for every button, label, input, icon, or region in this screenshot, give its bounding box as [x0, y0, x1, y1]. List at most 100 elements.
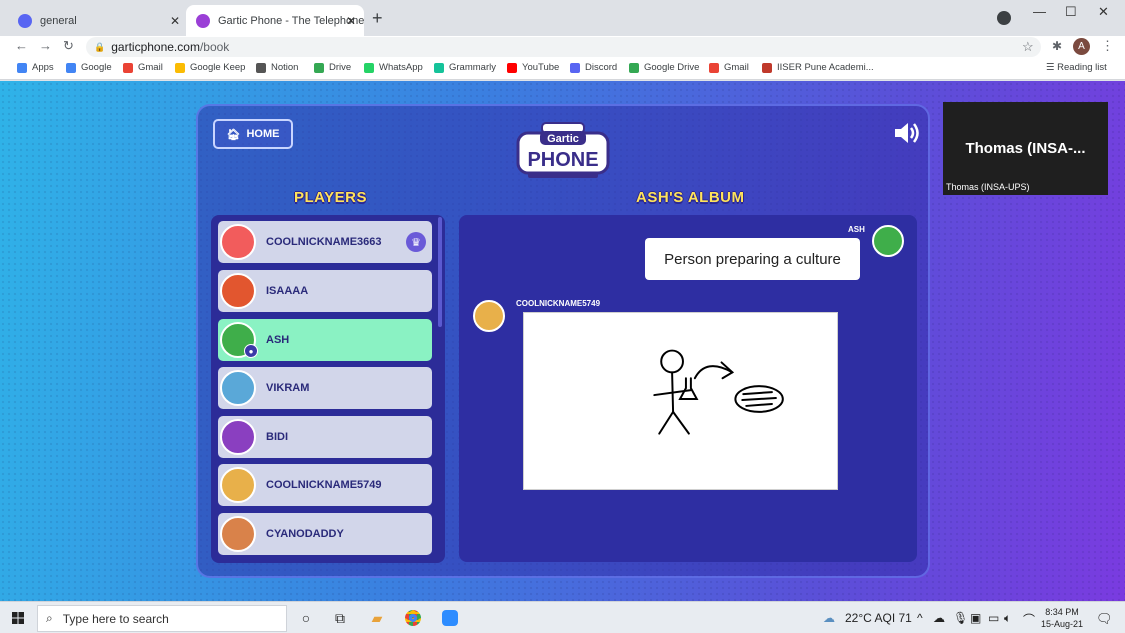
- file-explorer-icon[interactable]: ▰: [368, 609, 386, 627]
- more-menu-icon[interactable]: ⋮: [1101, 38, 1114, 54]
- prompt-author: ASH: [848, 225, 865, 234]
- bookmark-google[interactable]: Google: [66, 62, 112, 73]
- battery-icon[interactable]: ▭: [988, 611, 999, 625]
- bookmark-whatsapp[interactable]: WhatsApp: [364, 62, 423, 73]
- url-host: garticphone.com: [111, 40, 200, 54]
- clock-date: 15-Aug-21: [1041, 619, 1084, 629]
- tab-title: Gartic Phone - The Telephone Ga: [218, 14, 364, 27]
- tray-chevron-icon[interactable]: ^: [917, 611, 923, 625]
- app-tray-icon[interactable]: ▣: [970, 611, 981, 625]
- bookmarks-bar: Apps Google Gmail Google Keep Notion Dri…: [0, 58, 1125, 80]
- logo-bottom-text: PHONE: [527, 149, 598, 171]
- weather-icon: ☁: [823, 611, 835, 625]
- drawing-author: COOLNICKNAME5749: [516, 299, 601, 308]
- bookmark-drive[interactable]: Drive: [314, 62, 351, 73]
- bookmark-gmail[interactable]: Gmail: [123, 62, 163, 73]
- onedrive-icon[interactable]: ☁: [933, 611, 945, 625]
- close-window-icon[interactable]: ✕: [1098, 4, 1109, 20]
- reading-list-button[interactable]: ☰ Reading list: [1046, 62, 1107, 73]
- reload-icon[interactable]: ↻: [63, 38, 74, 54]
- bookmark-discord[interactable]: Discord: [570, 62, 617, 73]
- players-scrollbar[interactable]: [438, 217, 442, 327]
- avatar: [220, 273, 256, 309]
- sound-icon[interactable]: [893, 121, 919, 145]
- reading-list-icon: ☰: [1046, 62, 1058, 73]
- bookmark-notion[interactable]: Notion: [256, 62, 298, 73]
- weather-text[interactable]: 22°C AQI 71: [845, 611, 912, 625]
- chrome-icon[interactable]: [404, 609, 422, 627]
- taskbar-search-input[interactable]: ⌕ Type here to search: [37, 605, 287, 632]
- microphone-icon[interactable]: 🎙︎: [953, 611, 968, 625]
- crown-icon: ♛: [406, 232, 426, 252]
- minimize-icon[interactable]: —: [1033, 4, 1046, 19]
- players-heading: PLAYERS: [294, 189, 367, 206]
- apps-grid-icon: [17, 62, 27, 73]
- task-view-icon[interactable]: ⧉: [331, 609, 349, 627]
- player-name: COOLNICKNAME3663: [266, 236, 382, 248]
- gmail-icon: [123, 62, 133, 73]
- google-icon: [66, 62, 76, 73]
- avatar: [220, 516, 256, 552]
- bookmark-youtube[interactable]: YouTube: [507, 62, 559, 73]
- new-tab-button[interactable]: +: [372, 8, 383, 29]
- lock-icon: 🔒: [94, 41, 106, 52]
- bookmark-google-drive[interactable]: Google Drive: [629, 62, 699, 73]
- player-item: BIDI: [218, 416, 432, 458]
- volume-mute-icon[interactable]: 🔈︎: [1004, 611, 1011, 626]
- browser-tab-bar: general ✕ Gartic Phone - The Telephone G…: [0, 0, 1125, 36]
- avatar: [220, 370, 256, 406]
- media-control-icon[interactable]: [997, 11, 1011, 25]
- bookmark-star-icon[interactable]: ☆: [1022, 39, 1034, 55]
- home-label: HOME: [246, 128, 280, 140]
- participant-name: Thomas (INSA-...: [965, 140, 1086, 157]
- discord-icon: [18, 13, 32, 28]
- player-item: COOLNICKNAME3663 ♛: [218, 221, 432, 263]
- close-icon[interactable]: ✕: [170, 14, 180, 28]
- tab-general[interactable]: general ✕: [8, 5, 188, 36]
- notifications-icon[interactable]: 🗨︎: [1096, 611, 1113, 627]
- extensions-icon[interactable]: ✱: [1052, 39, 1062, 53]
- player-name: VIKRAM: [266, 382, 310, 394]
- maximize-icon[interactable]: ☐: [1065, 4, 1077, 20]
- iiser-icon: [762, 62, 772, 73]
- video-call-tile[interactable]: Thomas (INSA-... Thomas (INSA-UPS): [943, 102, 1108, 195]
- prompt-bubble: Person preparing a culture: [645, 238, 860, 280]
- wifi-icon[interactable]: ⌒: [1023, 611, 1035, 628]
- taskbar-clock[interactable]: 8:34 PM 15-Aug-21: [1041, 606, 1083, 630]
- avatar: [220, 224, 256, 260]
- logo-top-text: Gartic: [547, 133, 579, 145]
- forward-icon[interactable]: →: [39, 38, 52, 53]
- avatar: [220, 419, 256, 455]
- profile-avatar[interactable]: A: [1073, 38, 1090, 55]
- tab-gartic-phone[interactable]: Gartic Phone - The Telephone Ga ✕: [186, 5, 364, 36]
- whatsapp-icon: [364, 62, 374, 73]
- participant-caption: Thomas (INSA-UPS): [946, 182, 1030, 192]
- youtube-icon: [507, 62, 517, 73]
- player-item: COOLNICKNAME5749: [218, 464, 432, 506]
- address-bar[interactable]: 🔒 garticphone.com/book: [86, 37, 1041, 57]
- url-path: /book: [199, 40, 230, 54]
- bookmark-google-keep[interactable]: Google Keep: [175, 62, 245, 73]
- gartic-phone-logo: Gartic PHONE: [516, 122, 610, 178]
- discord-icon: [570, 62, 580, 73]
- tab-title: general: [40, 14, 77, 27]
- player-name: COOLNICKNAME5749: [266, 479, 382, 491]
- cortana-icon[interactable]: ○: [297, 609, 315, 627]
- player-item: VIKRAM: [218, 367, 432, 409]
- home-button[interactable]: 🏠︎ HOME: [213, 119, 293, 149]
- players-list: COOLNICKNAME3663 ♛ ISAAAA ● ASH VIKRAM B…: [211, 215, 445, 563]
- bookmark-iiser[interactable]: IISER Pune Academi...: [762, 62, 874, 73]
- grammarly-icon: [434, 62, 444, 73]
- home-icon: 🏠︎: [226, 128, 241, 141]
- bookmark-grammarly[interactable]: Grammarly: [434, 62, 496, 73]
- zoom-icon[interactable]: [441, 609, 459, 627]
- gartic-phone-icon: [196, 13, 210, 28]
- back-icon[interactable]: ←: [15, 38, 28, 53]
- album-heading: ASH'S ALBUM: [636, 189, 745, 206]
- windows-start-icon[interactable]: [12, 612, 24, 624]
- close-icon[interactable]: ✕: [346, 14, 356, 28]
- bookmark-apps[interactable]: Apps: [17, 62, 54, 73]
- bookmark-gmail-2[interactable]: Gmail: [709, 62, 749, 73]
- browser-toolbar: ← → ↻ 🔒 garticphone.com/book ☆ ✱ A ⋮: [0, 36, 1125, 58]
- player-item: ISAAAA: [218, 270, 432, 312]
